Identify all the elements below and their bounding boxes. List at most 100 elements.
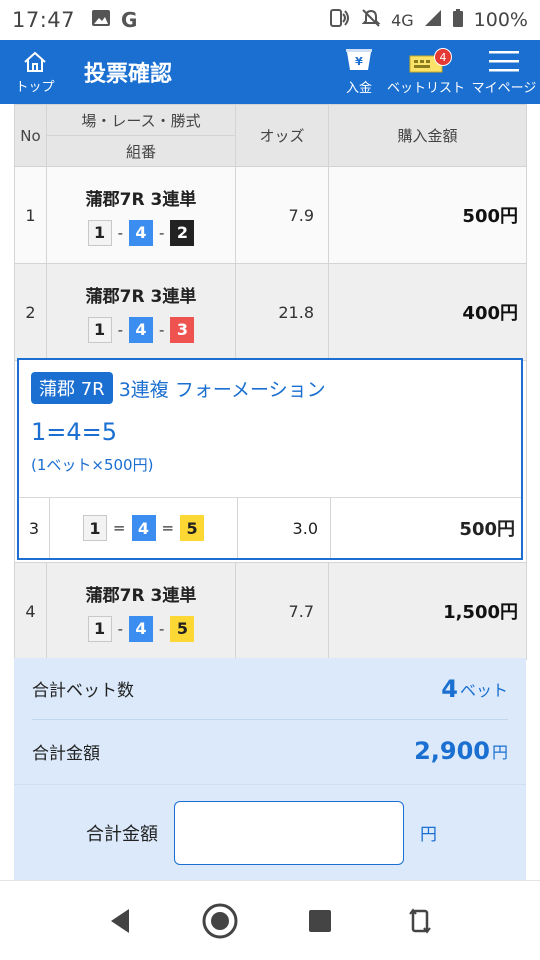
rotate-icon (409, 907, 431, 934)
boat-number: 4 (129, 219, 153, 246)
race-name: 蒲郡7R 3連単 (85, 286, 197, 307)
venue-tag: 蒲郡 7R (31, 372, 113, 404)
boat-number: 5 (170, 615, 195, 642)
col-header-amount: 購入金額 (328, 104, 527, 167)
odds-value: 21.8 (235, 263, 329, 361)
back-button[interactable] (98, 899, 142, 943)
google-g-icon: G (121, 8, 138, 32)
menu-icon (489, 51, 519, 72)
combination: 1 - 4 - 5 (87, 615, 195, 642)
formation-combination: 1=4=5 (31, 418, 118, 446)
purchase-amount: 400円 (328, 263, 527, 361)
boat-number: 4 (131, 515, 156, 541)
row-no: 2 (14, 263, 47, 361)
mute-icon (361, 8, 381, 33)
home-nav-button[interactable] (198, 899, 242, 943)
combo-separator: - (159, 223, 165, 242)
boat-number: 4 (129, 316, 153, 343)
odds-value: 7.9 (235, 166, 329, 264)
recents-icon (309, 909, 331, 932)
table-row: 4 蒲郡7R 3連単 1 - 4 - 5 7.7 1,500円 (14, 562, 527, 660)
summary-panel: 合計ベット数 4 ベット 合計金額 2,900 円 (14, 658, 526, 784)
purchase-amount: 500円 (328, 166, 527, 264)
boat-number: 1 (87, 615, 112, 642)
combo-separator: = (161, 519, 175, 537)
home-icon (24, 51, 46, 72)
bet-type: 3連複 フォーメーション (118, 378, 326, 401)
signal-icon (424, 9, 442, 32)
rotate-button[interactable] (398, 899, 442, 943)
confirm-amount-row: 合計金額 円 (14, 784, 526, 880)
table-row: 3 1 = 4 = 5 3.0 500円 (19, 498, 521, 558)
boat-number: 3 (170, 316, 195, 343)
formation-card[interactable]: 蒲郡 7R 3連複 フォーメーション 1=4=5 (1ベット×500円) 3 1… (17, 358, 523, 560)
race-name: 蒲郡7R 3連単 (85, 585, 197, 606)
bet-count-row: 合計ベット数 4 ベット (32, 658, 508, 720)
mypage-label: マイページ (471, 81, 537, 96)
network-label: 4G (391, 10, 414, 30)
total-amount-unit: 円 (491, 743, 508, 762)
status-time: 17:47 (12, 8, 76, 32)
odds-value: 7.7 (235, 562, 329, 660)
recents-button[interactable] (298, 899, 342, 943)
row-no: 1 (14, 166, 47, 264)
confirm-amount-label: 合計金額 (86, 823, 158, 845)
back-icon (111, 908, 129, 933)
deposit-button[interactable]: ¥ 入金 (336, 40, 382, 104)
race-name: 蒲郡7R 3連単 (85, 189, 197, 210)
system-nav-bar (0, 880, 540, 960)
combo-separator: - (117, 223, 123, 242)
image-icon (91, 8, 111, 32)
table-row: 1 蒲郡7R 3連単 1 - 4 - 2 7.9 500円 (14, 166, 527, 264)
confirm-amount-input[interactable] (174, 800, 404, 865)
betlist-count-badge: 4 (434, 48, 452, 66)
status-bar: 17:47 G 4G 100% (0, 0, 540, 40)
bet-count-label: 合計ベット数 (32, 681, 134, 701)
bet-count-unit: ベット (459, 680, 508, 700)
combo-separator: - (117, 619, 123, 638)
betlist-button[interactable]: ベットリスト 4 (386, 40, 466, 104)
row-no: 3 (28, 518, 40, 538)
purchase-amount: 1,500円 (328, 562, 527, 660)
total-amount-label: 合計金額 (32, 743, 100, 764)
combination: 1 = 4 = 5 (82, 515, 205, 541)
betlist-label: ベットリスト (386, 81, 465, 96)
total-amount-row: 合計金額 2,900 円 (32, 720, 508, 782)
boat-number: 5 (180, 515, 205, 541)
formation-detail: (1ベット×500円) (31, 456, 154, 474)
combo-separator: - (159, 619, 165, 638)
bet-count-value: 4 (441, 674, 458, 703)
home-circle-icon (202, 903, 238, 938)
combo-separator: - (117, 320, 123, 339)
total-amount-value: 2,900 (414, 737, 490, 765)
page-title: 投票確認 (84, 62, 173, 87)
col-header-odds: オッズ (235, 104, 329, 167)
boat-number: 2 (170, 219, 195, 246)
combo-separator: = (112, 519, 126, 537)
deposit-label: 入金 (345, 81, 372, 96)
row-no: 4 (14, 562, 47, 660)
app-header: トップ 投票確認 ¥ 入金 ベットリスト 4 マイページ (0, 40, 540, 104)
mypage-button[interactable]: マイページ (468, 40, 540, 104)
boat-number: 1 (87, 219, 112, 246)
col-header-race: 場・レース・勝式 (46, 104, 236, 136)
home-button[interactable]: トップ (0, 40, 70, 104)
svg-text:¥: ¥ (355, 55, 363, 68)
battery-icon (452, 8, 464, 33)
col-header-no: No (14, 104, 47, 167)
deposit-icon: ¥ (346, 49, 372, 70)
nfc-icon (329, 8, 351, 33)
combination: 1 - 4 - 2 (87, 219, 195, 246)
boat-number: 1 (82, 515, 107, 541)
combo-separator: - (159, 320, 165, 339)
boat-number: 1 (87, 316, 112, 343)
battery-percent: 100% (473, 9, 528, 31)
home-label: トップ (15, 79, 55, 95)
confirm-amount-unit: 円 (420, 825, 437, 845)
boat-number: 4 (129, 615, 153, 642)
purchase-amount: 500円 (459, 519, 515, 540)
combination: 1 - 4 - 3 (87, 316, 195, 343)
odds-value: 3.0 (238, 498, 331, 558)
col-header-combo: 組番 (46, 135, 236, 167)
table-row: 2 蒲郡7R 3連単 1 - 4 - 3 21.8 400円 (14, 263, 527, 361)
